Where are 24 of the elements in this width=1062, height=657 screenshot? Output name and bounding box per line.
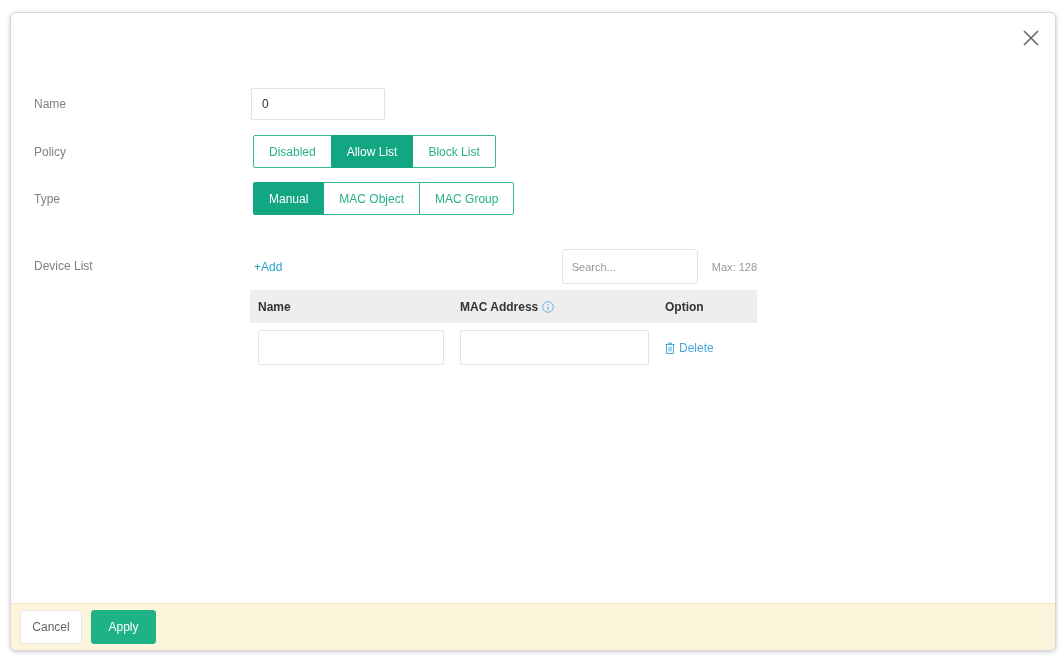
name-input-field[interactable] — [258, 330, 444, 365]
cancel-button[interactable]: Cancel — [20, 610, 82, 644]
column-header: Option — [665, 299, 704, 314]
delete-link[interactable]: Delete — [665, 340, 714, 355]
apply-button[interactable]: Apply — [91, 610, 156, 644]
column-header: MAC Address — [460, 299, 539, 314]
field-label: Device List — [34, 259, 93, 273]
search-field[interactable]: Search... — [561, 249, 698, 284]
add-link[interactable]: +Add — [254, 259, 283, 274]
field-label: Type — [34, 191, 60, 206]
segment-option[interactable]: Disabled — [253, 135, 332, 168]
trash-icon — [665, 341, 675, 354]
column-header: Name — [258, 299, 291, 314]
segment-option[interactable]: MAC Group — [419, 182, 515, 215]
name-input[interactable]: 0 — [251, 88, 385, 120]
max-count: Max: 128 — [711, 260, 757, 273]
segment-option[interactable]: MAC Object — [323, 182, 421, 215]
close-icon — [1023, 30, 1039, 46]
field-label: Policy — [34, 144, 66, 159]
segment-option[interactable]: Manual — [253, 182, 325, 215]
field-label: Name — [34, 97, 66, 111]
segment-option[interactable]: Block List — [412, 135, 496, 168]
segment-option[interactable]: Allow List — [330, 135, 414, 168]
mac-address-input-field[interactable] — [460, 330, 649, 365]
